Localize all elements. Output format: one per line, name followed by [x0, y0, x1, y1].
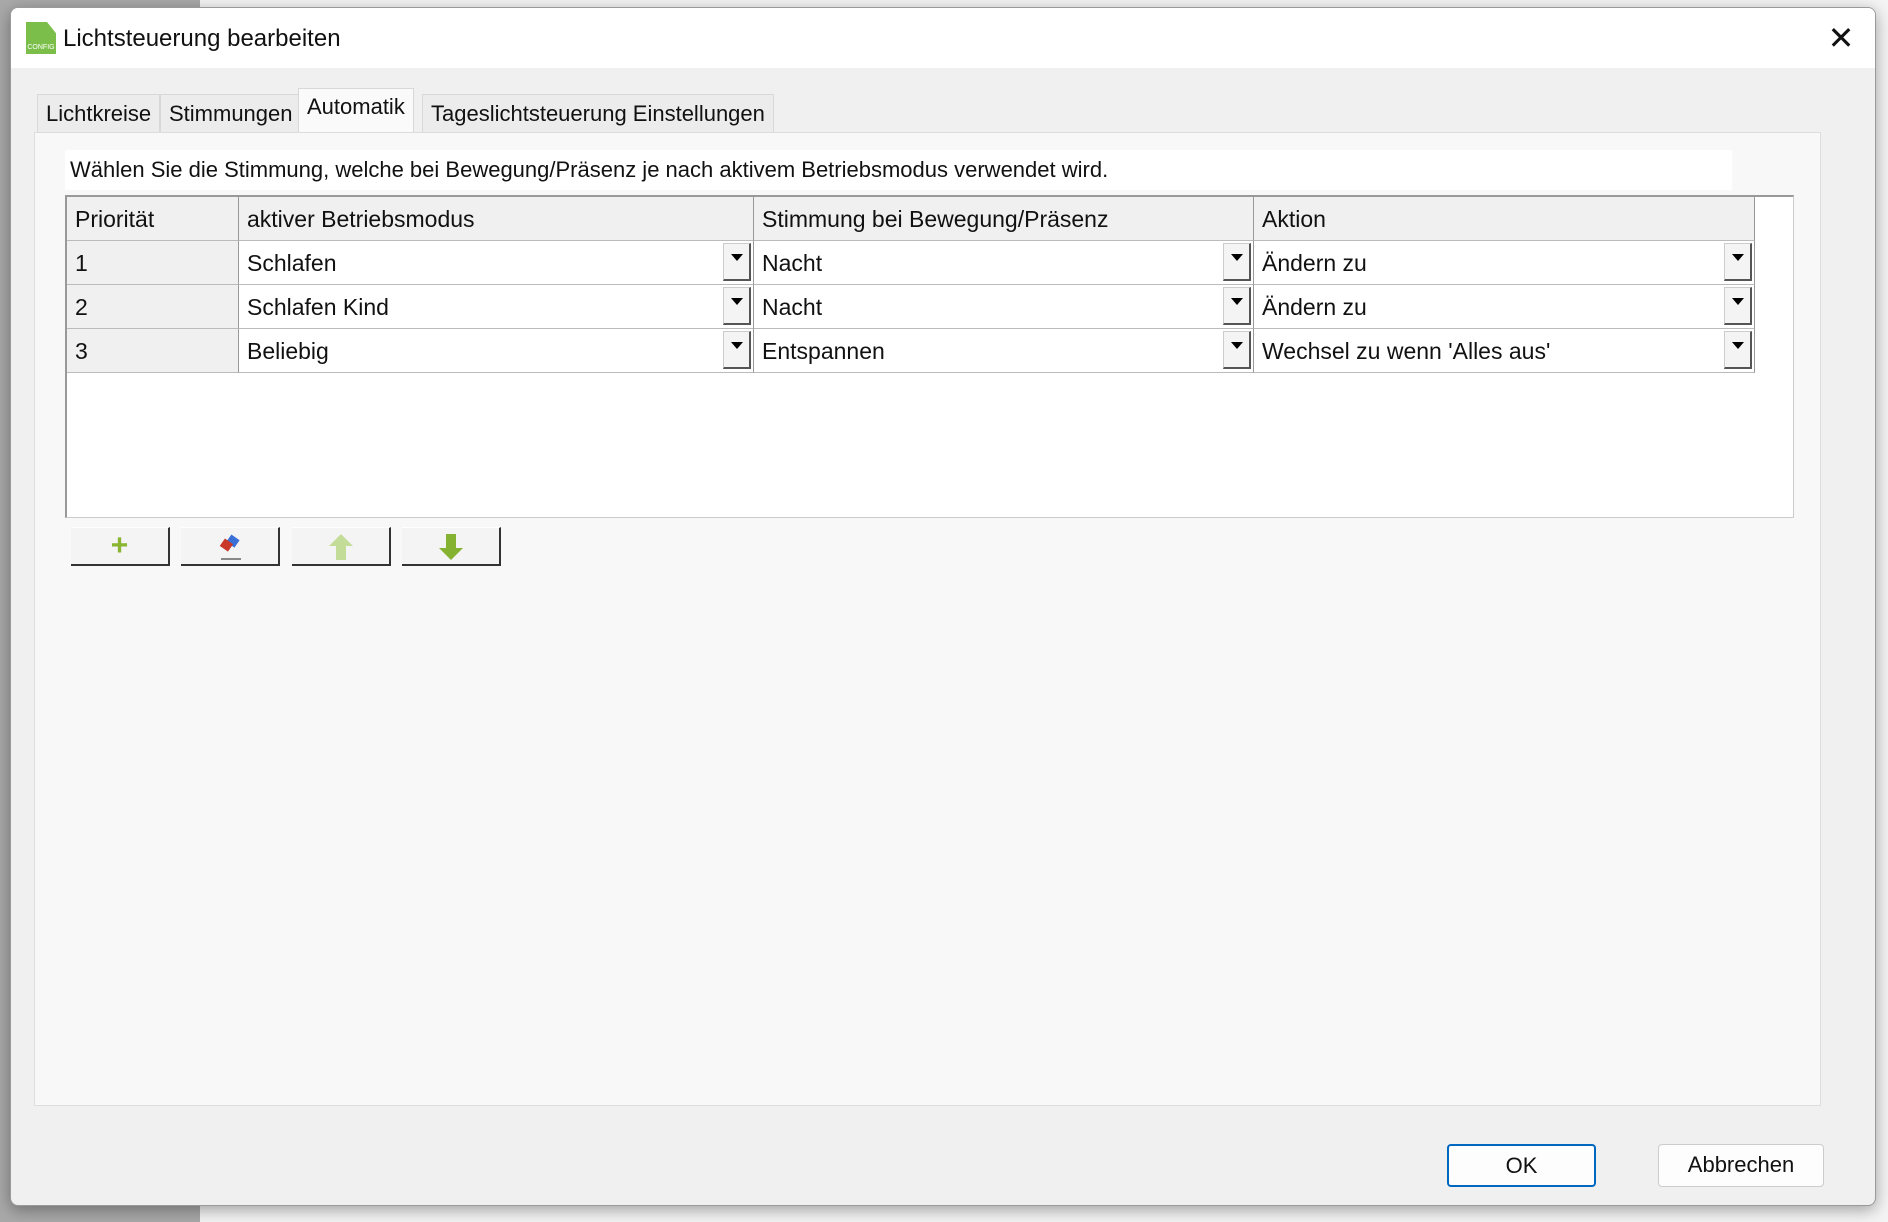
ok-button[interactable]: OK	[1447, 1144, 1596, 1187]
chevron-down-icon[interactable]	[1724, 287, 1752, 325]
mode-select[interactable]: Schlafen Kind	[239, 285, 754, 329]
chevron-down-icon[interactable]	[723, 243, 751, 281]
mode-value: Schlafen	[247, 250, 337, 276]
header-stimmung: Stimmung bei Bewegung/Präsenz	[754, 197, 1254, 241]
mode-value: Beliebig	[247, 338, 329, 364]
eraser-icon	[219, 534, 241, 560]
move-up-button[interactable]	[292, 527, 391, 566]
action-select[interactable]: Wechsel zu wenn 'Alles aus'	[1254, 329, 1755, 373]
automatik-panel: Wählen Sie die Stimmung, welche bei Bewe…	[34, 132, 1821, 1106]
chevron-down-icon[interactable]	[1223, 331, 1251, 369]
tab-tageslicht-einstellungen[interactable]: Tageslichtsteuerung Einstellungen	[422, 94, 774, 132]
table-row: 1 Schlafen Nacht Ändern zu	[67, 241, 1755, 285]
cancel-button[interactable]: Abbrechen	[1658, 1144, 1824, 1187]
scene-select[interactable]: Nacht	[754, 285, 1254, 329]
header-prioritaet: Priorität	[67, 197, 239, 241]
scene-value: Nacht	[762, 250, 823, 276]
close-icon[interactable]: ✕	[1821, 18, 1861, 58]
chevron-down-icon[interactable]	[1724, 243, 1752, 281]
edit-dialog: CONFIG Lichtsteuerung bearbeiten ✕ Licht…	[10, 7, 1876, 1206]
chevron-down-icon[interactable]	[1724, 331, 1752, 369]
chevron-down-icon[interactable]	[1223, 243, 1251, 281]
automation-table: Priorität aktiver Betriebsmodus Stimmung…	[65, 195, 1794, 518]
title-bar: CONFIG Lichtsteuerung bearbeiten ✕	[11, 8, 1875, 68]
table-row: 2 Schlafen Kind Nacht Ändern zu	[67, 285, 1755, 329]
arrow-down-icon	[438, 534, 463, 560]
tab-stimmungen[interactable]: Stimmungen	[160, 94, 302, 132]
header-betriebsmodus: aktiver Betriebsmodus	[239, 197, 754, 241]
priority-cell: 3	[67, 329, 239, 373]
dialog-title: Lichtsteuerung bearbeiten	[63, 25, 341, 52]
header-aktion: Aktion	[1254, 197, 1755, 241]
scene-select[interactable]: Nacht	[754, 241, 1254, 285]
chevron-down-icon[interactable]	[1223, 287, 1251, 325]
table-row: 3 Beliebig Entspannen Wechsel zu wenn 'A…	[67, 329, 1755, 373]
description-text: Wählen Sie die Stimmung, welche bei Bewe…	[65, 150, 1732, 190]
tab-automatik[interactable]: Automatik	[298, 88, 414, 133]
priority-cell: 2	[67, 285, 239, 329]
priority-cell: 1	[67, 241, 239, 285]
scene-select[interactable]: Entspannen	[754, 329, 1254, 373]
chevron-down-icon[interactable]	[723, 287, 751, 325]
action-select[interactable]: Ändern zu	[1254, 241, 1755, 285]
mode-value: Schlafen Kind	[247, 294, 389, 320]
table-header: Priorität aktiver Betriebsmodus Stimmung…	[67, 197, 1755, 241]
scene-value: Nacht	[762, 294, 823, 320]
arrow-up-icon	[328, 534, 353, 560]
action-value: Ändern zu	[1262, 250, 1367, 276]
mode-select[interactable]: Beliebig	[239, 329, 754, 373]
tab-lichtkreise[interactable]: Lichtkreise	[37, 94, 161, 132]
add-row-button[interactable]: +	[71, 527, 170, 566]
chevron-down-icon[interactable]	[723, 331, 751, 369]
move-down-button[interactable]	[402, 527, 501, 566]
mode-select[interactable]: Schlafen	[239, 241, 754, 285]
add-icon: +	[110, 529, 129, 562]
action-select[interactable]: Ändern zu	[1254, 285, 1755, 329]
config-app-icon: CONFIG	[26, 22, 56, 54]
action-value: Ändern zu	[1262, 294, 1367, 320]
remove-row-button[interactable]	[181, 527, 280, 566]
scene-value: Entspannen	[762, 338, 885, 364]
action-value: Wechsel zu wenn 'Alles aus'	[1262, 338, 1551, 364]
